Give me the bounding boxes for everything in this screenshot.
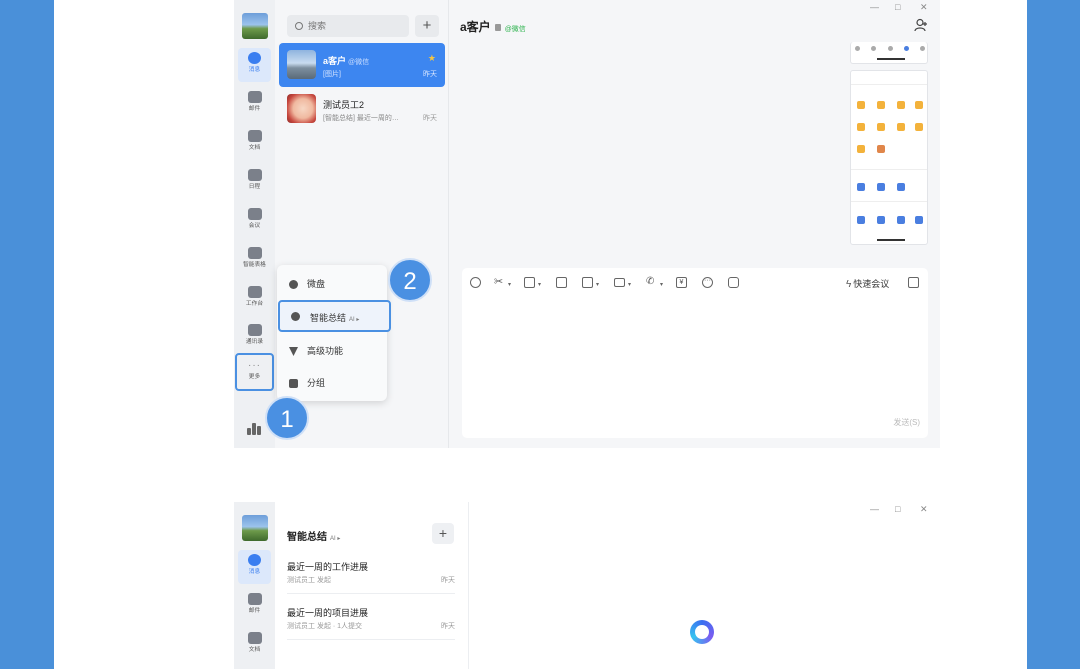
video-icon[interactable]: [728, 277, 739, 288]
page: 消息 邮件 文档 日程 会议 智能表格 工作台 通讯录 ··· 更多 搜索 + …: [54, 0, 1027, 669]
lightning-icon: ϟ: [846, 279, 852, 290]
conversation-item[interactable]: a客户 @微信 [图片] 昨天 ★: [279, 43, 445, 87]
ai-summary-icon: [291, 312, 300, 321]
more-icon: ···: [248, 360, 261, 371]
yuan-icon[interactable]: ¥: [676, 277, 687, 288]
chat-pane: a客户 @微信 — □ ✕ ✂ ▾ ▾ ▾ ▾ ✆ ▾ ¥ ··· ϟ 快速会议…: [450, 0, 940, 448]
menu-item-group[interactable]: 分组: [277, 367, 387, 399]
conversation-time: 昨天: [423, 115, 437, 122]
task-icon[interactable]: [582, 277, 593, 288]
chevron-down-icon[interactable]: ▾: [628, 281, 631, 288]
menu-item-drive[interactable]: 微盘: [277, 268, 387, 300]
wechat-tag: @微信: [348, 59, 370, 66]
summary-main: — □ ✕: [470, 502, 940, 669]
maximize-button[interactable]: □: [895, 2, 900, 12]
close-button[interactable]: ✕: [920, 2, 928, 13]
nav-docs[interactable]: 文档: [238, 126, 271, 160]
left-nav: 消息 邮件 文档: [234, 502, 275, 669]
close-button[interactable]: ✕: [920, 504, 928, 515]
image-message-top[interactable]: [850, 42, 928, 64]
drive-icon: [289, 280, 298, 289]
nav-docs[interactable]: 文档: [238, 628, 271, 662]
nav-workbench[interactable]: 工作台: [238, 282, 271, 316]
nav-smart-sheet[interactable]: 智能表格: [238, 243, 271, 277]
nav-meeting[interactable]: 会议: [238, 204, 271, 238]
note-icon[interactable]: [556, 277, 567, 288]
smart-sheet-icon: [247, 247, 262, 259]
summary-list: 智能总结 AI ▸ + 最近一周的工作进展 测试员工 发起 昨天 最近一周的项目进…: [275, 502, 469, 669]
advanced-icon: [289, 347, 298, 356]
folder-icon[interactable]: [614, 278, 625, 287]
chevron-down-icon[interactable]: ▾: [660, 281, 663, 288]
conversation-preview: [智能总结] 最近一周的…: [323, 115, 399, 122]
calendar-icon: [247, 169, 262, 181]
emoji-icon[interactable]: [470, 277, 481, 288]
lock-icon: [494, 24, 501, 31]
nav-mail[interactable]: 邮件: [238, 87, 271, 121]
nav-calendar[interactable]: 日程: [238, 165, 271, 199]
conversation-name: a客户: [323, 56, 347, 66]
summary-item[interactable]: 最近一周的项目进展 测试员工 发起 · 1人提交 昨天: [287, 600, 455, 640]
search-input[interactable]: 搜索: [287, 15, 409, 37]
step-badge-2: 2: [388, 258, 432, 302]
image-message[interactable]: [850, 70, 928, 245]
meeting-icon: [247, 208, 262, 220]
sidebar-toggle-icon[interactable]: [908, 277, 919, 288]
step-badge-1: 1: [265, 396, 309, 440]
stats-icon[interactable]: [247, 423, 261, 435]
nav-more[interactable]: ··· 更多: [235, 353, 274, 391]
conversation-name: 测试员工2: [323, 100, 365, 110]
message-icon: [248, 52, 261, 64]
contacts-icon: [247, 324, 262, 336]
workbench-icon: [247, 286, 262, 298]
nav-messages[interactable]: 消息: [238, 550, 271, 584]
wecom-window-chat: 消息 邮件 文档 日程 会议 智能表格 工作台 通讯录 ··· 更多 搜索 + …: [234, 0, 940, 448]
ellipsis-icon[interactable]: ···: [702, 277, 713, 288]
conversation-item[interactable]: 测试员工2 [智能总结] 最近一周的… 昨天: [279, 87, 445, 131]
mail-icon: [247, 593, 262, 605]
minimize-button[interactable]: —: [870, 504, 879, 514]
chevron-down-icon[interactable]: ▾: [508, 281, 511, 288]
wechat-tag: @微信: [504, 26, 526, 33]
chevron-down-icon[interactable]: ▾: [596, 281, 599, 288]
left-nav: 消息 邮件 文档 日程 会议 智能表格 工作台 通讯录 ··· 更多: [234, 0, 275, 448]
add-button[interactable]: +: [415, 15, 439, 37]
image-icon[interactable]: [524, 277, 535, 288]
summary-title: 智能总结: [287, 532, 327, 543]
my-avatar[interactable]: [242, 515, 268, 541]
star-icon[interactable]: ★: [428, 53, 436, 64]
ai-badge: AI ▸: [330, 536, 341, 542]
tag-icon: [289, 379, 298, 388]
message-icon: [248, 554, 261, 566]
scissors-icon[interactable]: ✂: [494, 277, 505, 288]
doc-icon: [247, 632, 262, 644]
nav-contacts[interactable]: 通讯录: [238, 320, 271, 354]
menu-item-advanced[interactable]: 高级功能: [277, 335, 387, 367]
add-member-icon[interactable]: [914, 18, 928, 32]
conversation-avatar: [287, 50, 316, 79]
quick-meeting-button[interactable]: ϟ 快速会议: [846, 277, 889, 290]
conversation-preview: [图片]: [323, 71, 341, 78]
phone-icon[interactable]: ✆: [646, 277, 657, 288]
chat-title: a客户: [460, 20, 491, 34]
doc-icon: [247, 130, 262, 142]
nav-messages[interactable]: 消息: [238, 48, 271, 82]
nav-mail[interactable]: 邮件: [238, 589, 271, 623]
more-menu: 微盘 智能总结 AI ▸ 高级功能 分组: [277, 265, 391, 401]
conversation-time: 昨天: [423, 71, 437, 78]
wecom-window-summary: 消息 邮件 文档 智能总结 AI ▸ + 最近一周的工作进展 测试员工 发起 昨天…: [234, 502, 940, 669]
summary-item[interactable]: 最近一周的工作进展 测试员工 发起 昨天: [287, 554, 455, 594]
ai-summary-logo-icon: [690, 620, 714, 644]
conversation-avatar: [287, 94, 316, 123]
maximize-button[interactable]: □: [895, 504, 900, 514]
chevron-down-icon[interactable]: ▾: [538, 281, 541, 288]
my-avatar[interactable]: [242, 13, 268, 39]
send-button[interactable]: 发送(S): [893, 417, 920, 428]
add-summary-button[interactable]: +: [432, 523, 454, 544]
mail-icon: [247, 91, 262, 103]
menu-item-ai-summary[interactable]: 智能总结 AI ▸: [278, 300, 391, 332]
minimize-button[interactable]: —: [870, 2, 879, 12]
search-icon: [295, 22, 303, 30]
message-composer[interactable]: ✂ ▾ ▾ ▾ ▾ ✆ ▾ ¥ ··· ϟ 快速会议 发送(S): [462, 268, 928, 438]
